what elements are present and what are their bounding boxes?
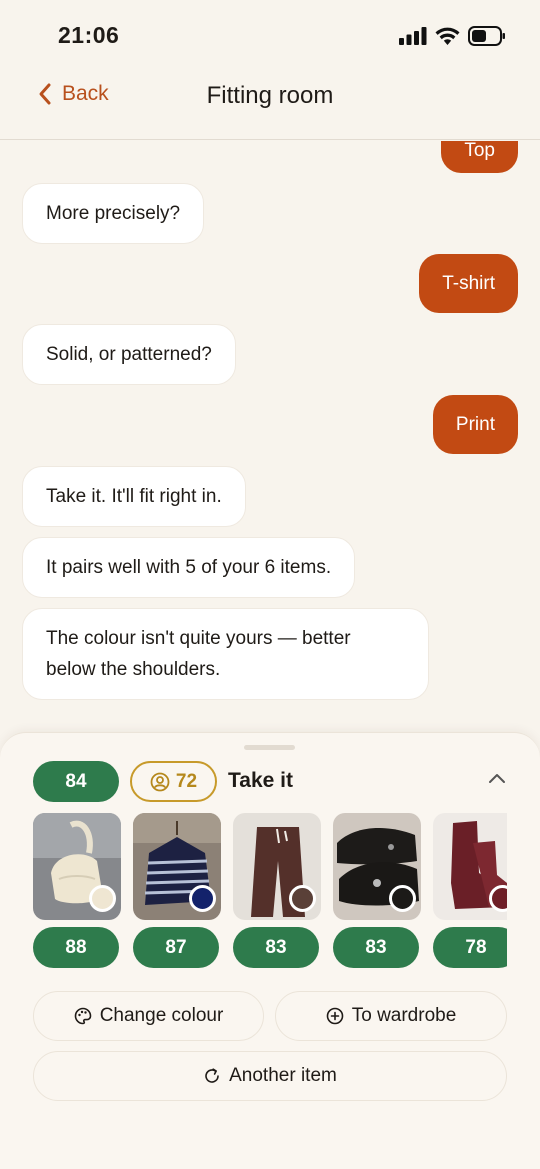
- cellular-signal-icon: [399, 27, 427, 45]
- assistant-message-bubble: Solid, or patterned?: [22, 324, 236, 385]
- assistant-message-bubble: It pairs well with 5 of your 6 items.: [22, 537, 356, 598]
- wardrobe-item[interactable]: 88: [33, 813, 121, 968]
- verdict-label: Take it: [228, 769, 293, 792]
- status-time: 21:06: [58, 22, 120, 48]
- item-score-badge: 87: [133, 927, 219, 968]
- user-circle-icon: [150, 772, 170, 791]
- match-score-badge: 84: [33, 761, 119, 802]
- colour-swatch: [89, 885, 116, 912]
- page-title: Fitting room: [206, 82, 334, 109]
- item-score-badge: 83: [233, 927, 319, 968]
- collapse-button[interactable]: [488, 771, 506, 789]
- change-colour-button[interactable]: Change colour: [33, 991, 264, 1041]
- chevron-up-icon: [489, 774, 505, 783]
- wardrobe-item[interactable]: 78: [433, 813, 507, 968]
- wardrobe-item[interactable]: 83: [333, 813, 421, 968]
- colour-swatch: [189, 885, 216, 912]
- change-colour-label: Change colour: [99, 1005, 224, 1026]
- item-score-badge: 88: [33, 927, 119, 968]
- to-wardrobe-label: To wardrobe: [351, 1005, 457, 1026]
- user-message-bubble: T-shirt: [419, 254, 518, 313]
- palette-icon: [74, 1007, 92, 1025]
- burgundy-boots-image: [433, 813, 507, 920]
- wardrobe-item[interactable]: 87: [133, 813, 221, 968]
- chat-transcript: Top More precisely? T-shirt Solid, or pa…: [0, 141, 540, 736]
- item-score-badge: 78: [433, 927, 507, 968]
- status-bar: 21:06: [0, 0, 540, 70]
- user-message-bubble: Print: [432, 395, 518, 454]
- personal-score-badge: 72: [130, 761, 217, 802]
- colour-swatch: [289, 885, 316, 912]
- battery-icon: [468, 26, 505, 46]
- wifi-icon: [435, 27, 460, 45]
- cream-handbag-image: [33, 813, 121, 920]
- refresh-icon: [205, 1068, 219, 1083]
- result-panel: 84 72 Take it 88 87 83 83 78 Change colo…: [0, 732, 540, 1169]
- black-sandals-image: [333, 813, 421, 920]
- personal-score-value: 72: [175, 770, 198, 792]
- wardrobe-item[interactable]: 83: [233, 813, 321, 968]
- plus-circle-icon: [326, 1007, 344, 1025]
- status-icons: [399, 26, 506, 46]
- striped-sweater-image: [133, 813, 221, 920]
- another-item-label: Another item: [229, 1065, 337, 1086]
- to-wardrobe-button[interactable]: To wardrobe: [275, 991, 507, 1041]
- colour-swatch: [389, 885, 416, 912]
- navigation-bar: Back Fitting room: [0, 70, 540, 140]
- assistant-message-bubble: The colour isn't quite yours — better be…: [22, 608, 429, 700]
- assistant-message-bubble: More precisely?: [22, 183, 205, 244]
- another-item-button[interactable]: Another item: [33, 1051, 507, 1101]
- item-score-badge: 83: [333, 927, 419, 968]
- user-message-bubble: Top: [441, 141, 518, 173]
- drag-handle[interactable]: [244, 745, 295, 750]
- assistant-message-bubble: Take it. It'll fit right in.: [22, 466, 246, 527]
- brown-trousers-image: [233, 813, 321, 920]
- wardrobe-items-carousel[interactable]: 88 87 83 83 78: [33, 813, 507, 973]
